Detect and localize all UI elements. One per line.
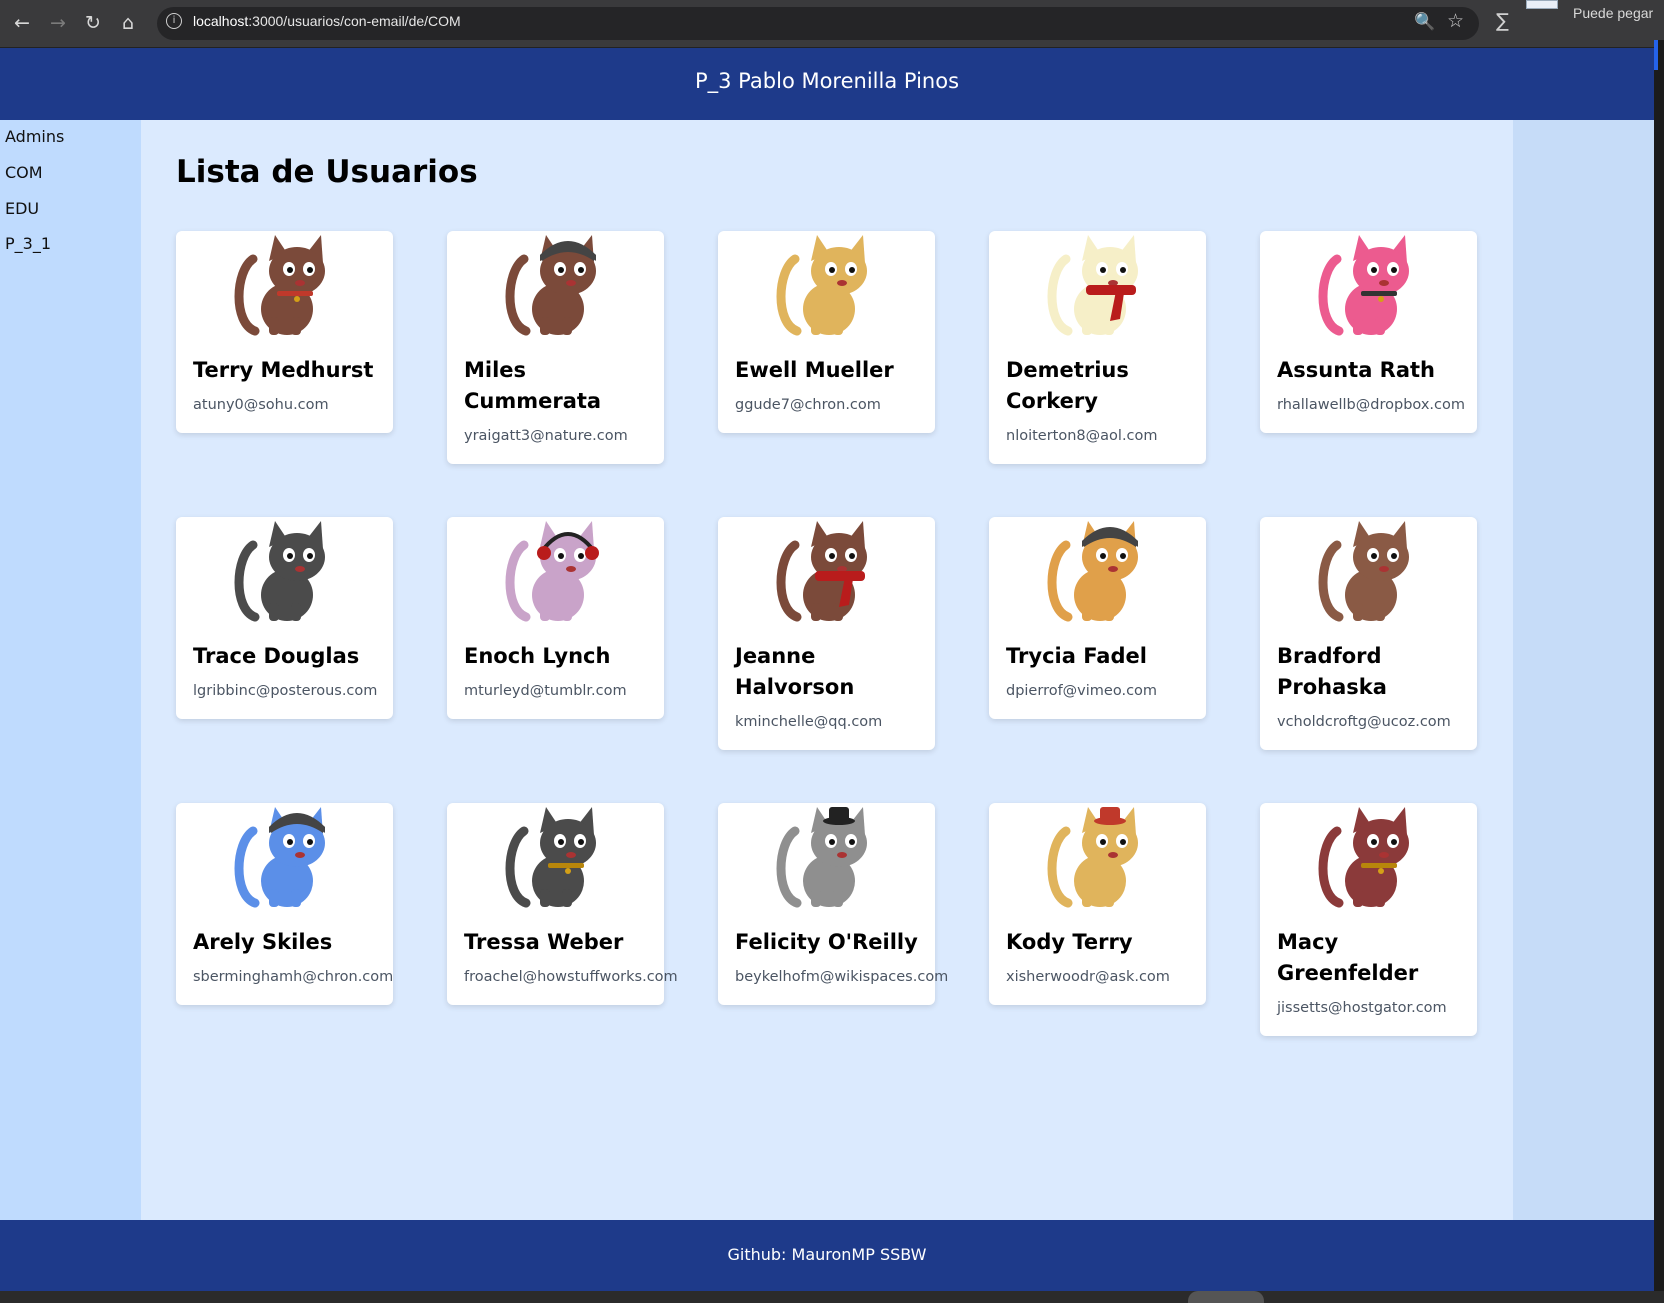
- user-email: beykelhofm@wikispaces.com: [735, 969, 949, 985]
- user-name: Jeanne Halvorson: [735, 644, 855, 699]
- user-card[interactable]: Enoch Lynch mturleyd@tumblr.com: [447, 517, 664, 719]
- clipboard-icon: [1526, 0, 1558, 9]
- user-card[interactable]: Tressa Weber froachel@howstuffworks.com: [447, 803, 678, 1005]
- user-name: Kody Terry: [1006, 930, 1133, 954]
- cat-avatar-icon: [776, 235, 867, 336]
- user-email: vcholdcroftg@ucoz.com: [1277, 714, 1451, 730]
- url-path: :3000/usuarios/con-email/de/COM: [248, 13, 461, 29]
- back-arrow-icon[interactable]: ←: [9, 10, 35, 36]
- user-email: xisherwoodr@ask.com: [1006, 969, 1170, 985]
- user-name: Ewell Mueller: [735, 358, 894, 382]
- user-card[interactable]: Terry Medhurst atuny0@sohu.com: [176, 231, 393, 433]
- url-host: localhost: [193, 13, 249, 29]
- sidebar-item-com[interactable]: COM: [5, 163, 43, 182]
- user-name: Demetrius Corkery: [1006, 358, 1129, 413]
- user-email: dpierrof@vimeo.com: [1006, 683, 1158, 699]
- user-email: sberminghamh@chron.com: [193, 969, 394, 985]
- user-card[interactable]: Macy Greenfelder jissetts@hostgator.com: [1260, 803, 1477, 1036]
- page-title: Lista de Usuarios: [176, 154, 478, 190]
- cat-avatar-icon: [505, 807, 596, 908]
- user-name: Bradford Prohaska: [1277, 644, 1387, 699]
- cat-avatar-icon: [234, 235, 325, 336]
- user-email: froachel@howstuffworks.com: [464, 969, 678, 985]
- clipboard-popup-text: Puede pegar: [1573, 5, 1654, 21]
- user-card[interactable]: Trycia Fadel dpierrof@vimeo.com: [989, 517, 1206, 719]
- user-name: Tressa Weber: [464, 930, 624, 954]
- user-email: mturleyd@tumblr.com: [464, 683, 627, 699]
- extensions-icon[interactable]: ∑: [1496, 10, 1509, 32]
- footer-text: Github: MauronMP SSBW: [727, 1245, 927, 1264]
- user-card[interactable]: Felicity O'Reilly beykelhofm@wikispaces.c…: [718, 803, 949, 1005]
- cat-avatar-icon: [1318, 807, 1409, 908]
- site-header: P_3 Pablo Morenilla Pinos: [0, 48, 1654, 120]
- zoom-icon[interactable]: 🔍: [1414, 12, 1435, 32]
- user-email: yraigatt3@nature.com: [464, 428, 628, 444]
- window-edge-accent: [1654, 40, 1658, 70]
- site-footer: Github: MauronMP SSBW: [0, 1220, 1654, 1291]
- user-email: atuny0@sohu.com: [193, 397, 329, 413]
- sidebar-item-edu[interactable]: EDU: [5, 199, 39, 218]
- user-card[interactable]: Trace Douglas lgribbinc@posterous.com: [176, 517, 393, 719]
- cat-avatar-icon: [234, 521, 325, 622]
- user-name: Arely Skiles: [193, 930, 333, 954]
- cat-avatar-icon: [776, 807, 867, 908]
- sidebar-item-p-3-1[interactable]: P_3_1: [5, 234, 51, 253]
- user-email: kminchelle@qq.com: [735, 714, 883, 730]
- user-name: Terry Medhurst: [193, 358, 374, 382]
- user-name: Assunta Rath: [1277, 358, 1436, 382]
- reload-icon[interactable]: ↻: [80, 10, 106, 36]
- user-card[interactable]: Miles Cummerata yraigatt3@nature.com: [447, 231, 664, 464]
- window-bottom-tab: [1188, 1291, 1264, 1303]
- cat-avatar-icon: [505, 521, 599, 622]
- user-card[interactable]: Bradford Prohaska vcholdcroftg@ucoz.com: [1260, 517, 1477, 750]
- user-email: nloiterton8@aol.com: [1006, 428, 1158, 444]
- window-bottom-strip: [0, 1291, 1664, 1303]
- site-title: P_3 Pablo Morenilla Pinos: [694, 69, 960, 93]
- bookmark-star-icon[interactable]: ☆: [1447, 10, 1464, 32]
- user-name: Trace Douglas: [193, 644, 360, 668]
- user-name: Trycia Fadel: [1006, 644, 1147, 668]
- user-card[interactable]: Ewell Mueller ggude7@chron.com: [718, 231, 935, 433]
- cat-avatar-icon: [234, 807, 325, 908]
- home-icon[interactable]: ⌂: [115, 10, 141, 36]
- user-card[interactable]: Assunta Rath rhallawellb@dropbox.com: [1260, 231, 1477, 433]
- site-info-icon[interactable]: i: [166, 13, 182, 29]
- cat-avatar-icon: [1047, 235, 1138, 336]
- cat-avatar-icon: [776, 521, 867, 622]
- user-name: Miles Cummerata: [464, 358, 602, 413]
- user-email: lgribbinc@posterous.com: [193, 683, 378, 699]
- main-content: Lista de Usuarios Terry Medhurst atuny0@s…: [141, 120, 1513, 1220]
- window-right-edge: [1654, 40, 1664, 1291]
- cat-avatar-icon: [1318, 521, 1409, 622]
- sidebar-item-admins[interactable]: Admins: [5, 127, 64, 146]
- address-url[interactable]: localhost:3000/usuarios/con-email/de/COM: [193, 13, 461, 29]
- user-card[interactable]: Arely Skiles sberminghamh@chron.com: [176, 803, 393, 1005]
- user-card[interactable]: Kody Terry xisherwoodr@ask.com: [989, 803, 1206, 1005]
- cat-avatar-icon: [1318, 235, 1409, 336]
- user-email: jissetts@hostgator.com: [1277, 1000, 1447, 1016]
- user-name: Enoch Lynch: [464, 644, 611, 668]
- user-card[interactable]: Demetrius Corkery nloiterton8@aol.com: [989, 231, 1206, 464]
- user-email: ggude7@chron.com: [735, 397, 881, 413]
- user-name: Macy Greenfelder: [1277, 930, 1419, 985]
- user-card[interactable]: Jeanne Halvorson kminchelle@qq.com: [718, 517, 935, 750]
- sidebar: Admins COM EDU P_3_1: [0, 120, 141, 1220]
- cat-avatar-icon: [1047, 807, 1138, 908]
- user-name: Felicity O'Reilly: [735, 930, 918, 954]
- forward-arrow-icon[interactable]: →: [45, 10, 71, 36]
- cat-avatar-icon: [505, 235, 596, 336]
- user-email: rhallawellb@dropbox.com: [1277, 397, 1465, 413]
- cat-avatar-icon: [1047, 521, 1138, 622]
